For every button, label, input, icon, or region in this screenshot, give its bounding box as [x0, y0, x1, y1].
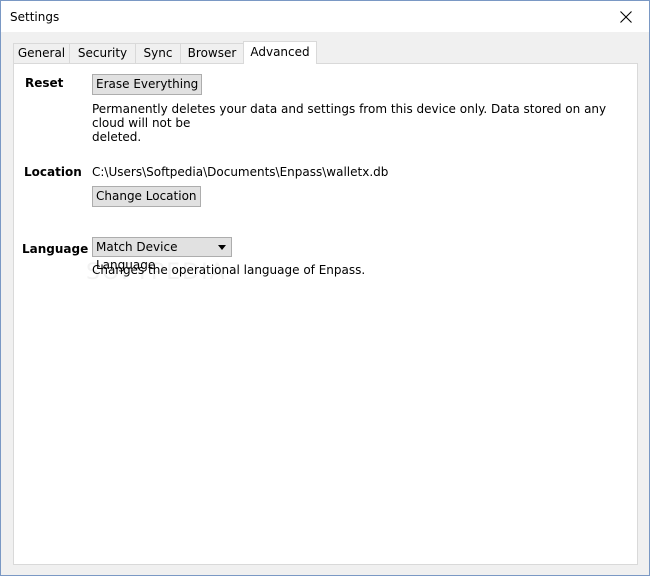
- location-label: Location: [24, 165, 82, 179]
- window-title: Settings: [10, 10, 60, 24]
- tab-browser[interactable]: Browser: [180, 43, 244, 63]
- language-description: Changes the operational language of Enpa…: [92, 263, 366, 277]
- close-button[interactable]: [603, 1, 649, 32]
- title-bar: Settings: [1, 1, 649, 32]
- language-select[interactable]: Match Device Language: [92, 237, 232, 272]
- erase-everything-button[interactable]: Erase Everything: [92, 74, 203, 95]
- triangle-down-icon: [218, 245, 226, 250]
- location-path: C:\Users\Softpedia\Documents\Enpass\wall…: [92, 165, 389, 179]
- language-label: Language: [22, 242, 89, 256]
- reset-description-line1: Permanently deletes your data and settin…: [92, 102, 607, 130]
- tab-advanced[interactable]: Advanced: [243, 41, 317, 64]
- tab-sync[interactable]: Sync: [135, 43, 181, 63]
- change-location-button[interactable]: Change Location: [92, 186, 201, 207]
- reset-label: Reset: [25, 76, 64, 90]
- advanced-panel: SOFTPEDIA Reset Erase Everything Permane…: [13, 63, 638, 565]
- reset-description-line2: deleted.: [92, 130, 142, 144]
- tab-general[interactable]: General: [13, 43, 70, 63]
- settings-window: Settings General Security Sync Browser A…: [0, 0, 650, 576]
- tab-security[interactable]: Security: [69, 43, 136, 63]
- close-icon: [620, 11, 632, 23]
- reset-description: Permanently deletes your data and settin…: [92, 102, 622, 144]
